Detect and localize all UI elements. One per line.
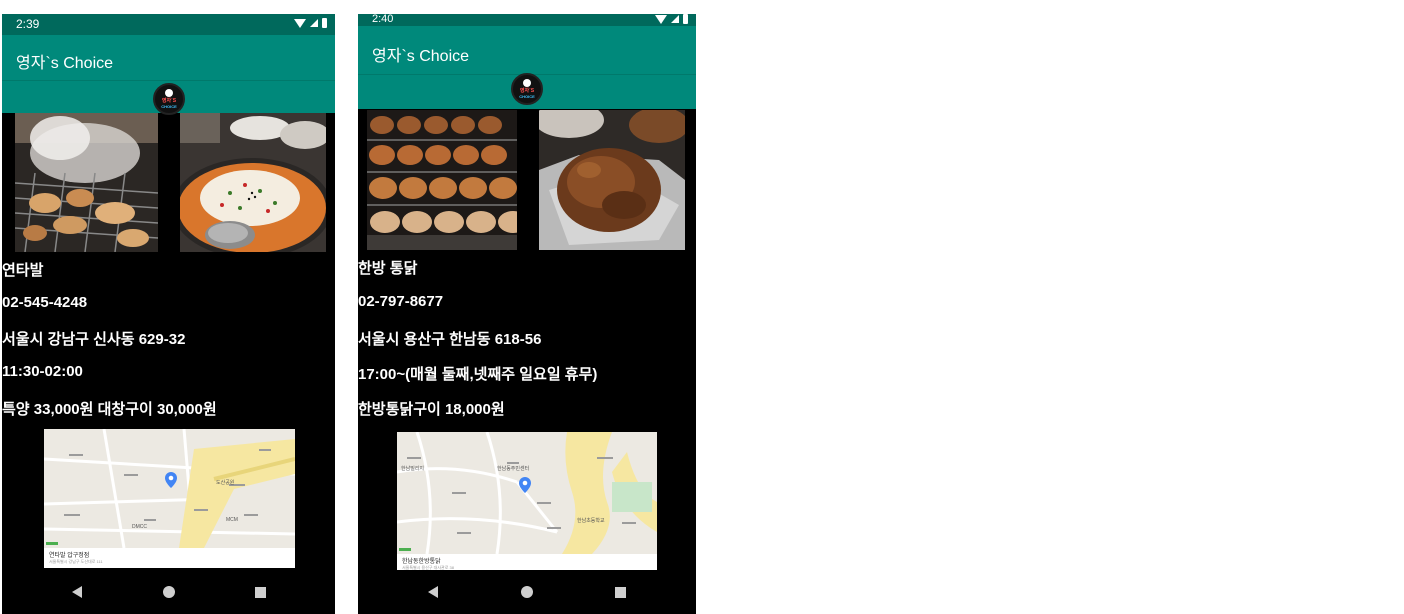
status-time: 2:39 — [16, 17, 40, 31]
app-logo[interactable]: 영자`S CHOICE — [511, 73, 543, 105]
restaurant-name: 한방 통닭 — [358, 260, 418, 277]
map-place-address: 서울특별시 강남구 도산대로 111 — [49, 559, 103, 564]
app-bar: 영자`s Choice 영자`S CHOICE — [358, 26, 696, 109]
restaurant-map[interactable]: DMCC 도산공원 MCM 연타발 압구정점 서울특별시 강남구 도산대로 11… — [44, 429, 295, 568]
map-provider-mark — [399, 548, 411, 551]
restaurant-name: 연타발 — [2, 262, 44, 279]
app-bar: 영자`s Choice 영자`S CHOICE — [2, 35, 335, 115]
map-pin-icon[interactable] — [519, 477, 531, 493]
nav-home-icon[interactable] — [163, 586, 175, 598]
restaurant-hours: 17:00~(매월 둘째,넷째주 일요일 휴무) — [358, 366, 598, 383]
navigation-bar — [358, 570, 696, 614]
map-label: 한남빌리지 — [401, 465, 424, 472]
map-label: 도산공원 — [216, 479, 235, 486]
lightbulb-icon — [523, 79, 531, 87]
phone-screen-1: 2:39 영자`s Choice 영자`S CHOICE 연타발 02-545-… — [2, 14, 335, 614]
map-provider-mark — [46, 542, 58, 545]
food-photo-rice[interactable] — [180, 113, 326, 252]
status-time: 2:40 — [372, 14, 394, 25]
restaurant-phone[interactable]: 02-797-8677 — [358, 293, 443, 310]
nav-home-icon[interactable] — [521, 586, 533, 598]
restaurant-address: 서울시 강남구 신사동 629-32 — [2, 331, 186, 348]
nav-back-icon[interactable] — [428, 586, 438, 598]
wifi-icon — [294, 18, 306, 28]
logo-text-line2: CHOICE — [519, 94, 535, 99]
logo-text-line2: CHOICE — [161, 104, 177, 109]
restaurant-map[interactable]: 한남빌리지 한남동주민센터 한남초등학교 한남동한방통닭 서울특별시 용산구 대… — [397, 432, 657, 574]
map-caption: 연타발 압구정점 서울특별시 강남구 도산대로 111 — [44, 548, 295, 568]
food-photo-grill[interactable] — [15, 113, 158, 252]
status-bar: 2:40 — [358, 14, 696, 26]
map-label: MCM — [226, 517, 238, 523]
status-bar: 2:39 — [2, 14, 335, 35]
food-photo-rotisserie[interactable] — [367, 110, 517, 250]
map-pin-icon[interactable] — [165, 472, 177, 488]
restaurant-menu: 특양 33,000원 대창구이 30,000원 — [2, 401, 217, 418]
food-photo-roast-chicken[interactable] — [539, 110, 685, 250]
navigation-bar — [2, 570, 335, 614]
battery-icon — [683, 14, 688, 24]
nav-recent-icon[interactable] — [255, 587, 266, 598]
signal-icon — [671, 15, 679, 23]
app-title: 영자`s Choice — [16, 55, 114, 72]
map-place-name: 연타발 압구정점 — [49, 553, 90, 559]
wifi-icon — [655, 14, 667, 24]
map-label: 한남초등학교 — [577, 517, 605, 524]
restaurant-address: 서울시 용산구 한남동 618-56 — [358, 331, 542, 348]
battery-icon — [322, 18, 327, 28]
nav-recent-icon[interactable] — [615, 587, 626, 598]
restaurant-hours: 11:30-02:00 — [2, 363, 83, 380]
app-logo[interactable]: 영자`S CHOICE — [153, 83, 185, 115]
lightbulb-icon — [165, 89, 173, 97]
map-label: 한남동주민센터 — [497, 465, 529, 472]
nav-back-icon[interactable] — [72, 586, 82, 598]
app-title: 영자`s Choice — [372, 48, 470, 65]
restaurant-phone[interactable]: 02-545-4248 — [2, 294, 87, 311]
map-place-name: 한남동한방통닭 — [402, 559, 441, 565]
restaurant-menu: 한방통닭구이 18,000원 — [358, 401, 505, 418]
map-label: DMCC — [132, 524, 147, 530]
signal-icon — [310, 19, 318, 27]
phone-screen-2: 2:40 영자`s Choice 영자`S CHOICE 한방 통닭 02-79… — [358, 14, 696, 614]
